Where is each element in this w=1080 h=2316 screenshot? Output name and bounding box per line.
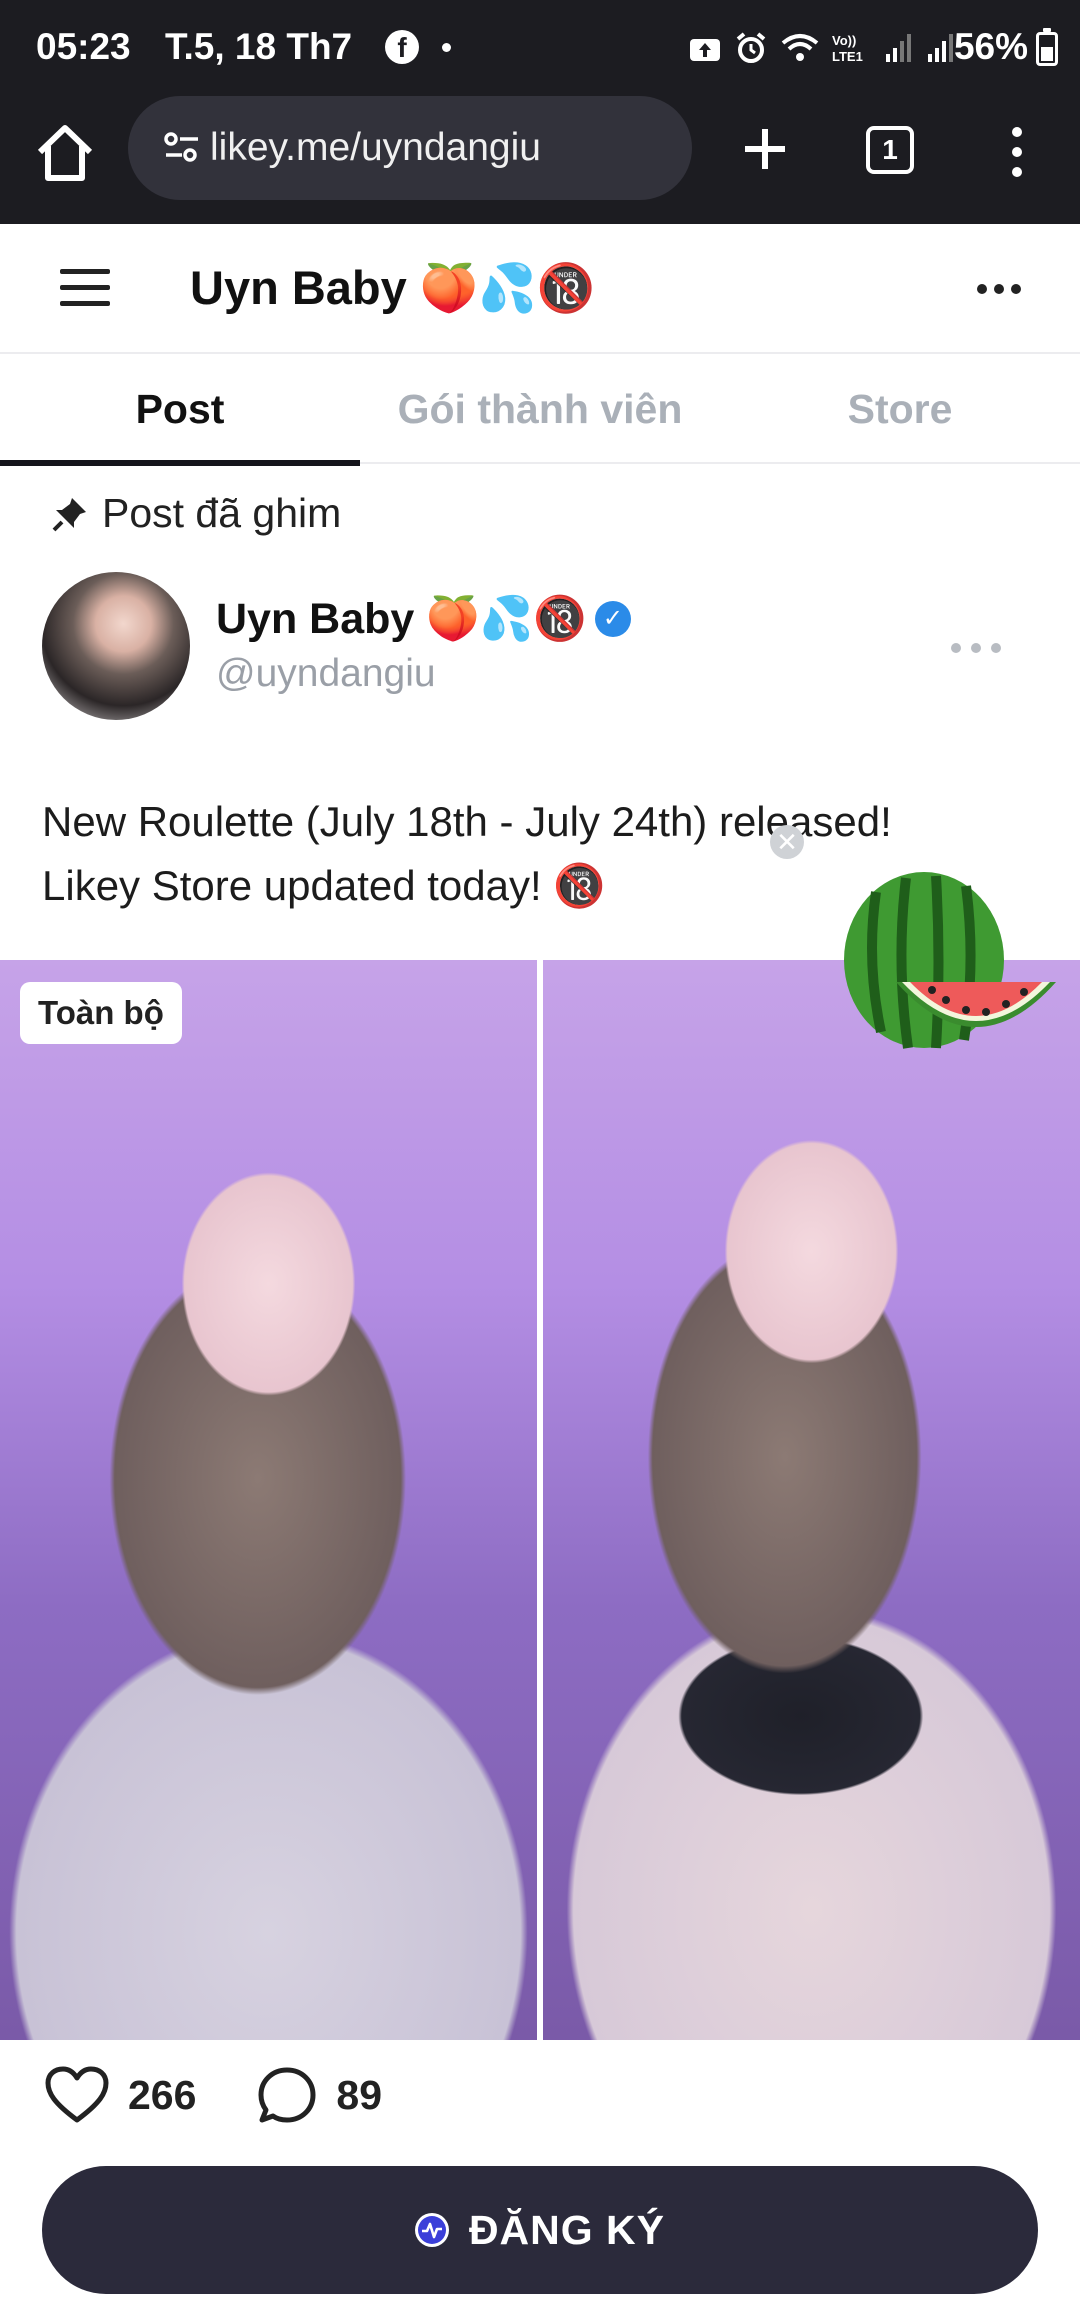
tab-post[interactable]: Post — [0, 354, 360, 466]
alarm-icon — [736, 32, 766, 63]
pinned-post-label: Post đã ghim — [50, 490, 341, 537]
hamburger-menu-icon[interactable] — [60, 269, 110, 309]
lte-icon: Vo))LTE1 — [832, 33, 863, 64]
comment-count: 89 — [336, 2071, 383, 2118]
activity-icon — [414, 2213, 449, 2247]
page-title: Uyn Baby 🍑💦🔞 — [190, 261, 596, 314]
profile-tabs: Post Gói thành viên Store — [0, 354, 1080, 466]
gallery-badge: Toàn bộ — [20, 982, 182, 1044]
like-count: 266 — [128, 2071, 197, 2118]
tab-switcher-button[interactable]: 1 — [866, 126, 914, 174]
facebook-notification-icon: f — [385, 30, 419, 64]
tab-membership[interactable]: Gói thành viên — [360, 354, 720, 464]
author-avatar[interactable] — [42, 572, 190, 720]
watermelon-sticker-icon[interactable] — [836, 872, 1060, 1072]
browser-toolbar: likey.me/uyndangiu 1 — [0, 96, 1080, 224]
battery-icon — [1036, 28, 1058, 66]
svg-text:LTE1: LTE1 — [832, 49, 863, 64]
address-bar[interactable]: likey.me/uyndangiu — [128, 96, 692, 200]
new-tab-button[interactable] — [730, 114, 800, 184]
signal-icon-2 — [928, 34, 953, 62]
subscribe-button[interactable]: ĐĂNG KÝ — [42, 2166, 1038, 2294]
author-name[interactable]: Uyn Baby 🍑💦🔞 ✓ — [216, 594, 631, 644]
browser-menu-button[interactable] — [992, 122, 1042, 182]
author-handle[interactable]: @uyndangiu — [216, 652, 436, 696]
pin-icon — [52, 497, 86, 531]
heart-icon[interactable] — [44, 2065, 110, 2125]
signal-icon-1 — [886, 34, 911, 62]
verified-badge-icon: ✓ — [594, 601, 631, 637]
subscribe-label[interactable]: ĐĂNG KÝ — [469, 2207, 665, 2254]
tab-store[interactable]: Store — [720, 354, 1080, 464]
upload-icon — [690, 39, 720, 61]
app-header: Uyn Baby 🍑💦🔞 — [0, 224, 1080, 354]
post-text-line-1: New Roulette (July 18th - July 24th) rel… — [42, 798, 892, 845]
svg-text:Vo)): Vo)) — [832, 33, 856, 48]
author-name-text[interactable]: Uyn Baby 🍑💦🔞 — [216, 594, 587, 644]
post-reactions: 266 89 — [44, 2060, 442, 2130]
system-icons: Vo)) LTE1 — [688, 28, 956, 68]
status-date: T.5, 18 Th7 — [165, 26, 353, 67]
battery-percentage: 56% — [953, 26, 1028, 67]
post-options-icon[interactable] — [948, 640, 1004, 656]
pinned-text: Post đã ghim — [102, 490, 342, 536]
status-time: 05:23 — [36, 26, 131, 67]
browser-chrome: 05:23 T.5, 18 Th7 f Vo)) LTE1 56% likey.m… — [0, 0, 1080, 224]
post-gallery[interactable]: Toàn bộ — [0, 960, 1080, 2040]
site-settings-icon[interactable] — [164, 131, 200, 163]
like-button[interactable]: 266 — [44, 2065, 196, 2125]
close-overlay-icon[interactable]: ✕ — [770, 825, 804, 859]
wifi-icon — [781, 34, 819, 61]
url-text[interactable]: likey.me/uyndangiu — [210, 126, 541, 170]
comment-icon[interactable] — [256, 2064, 318, 2126]
comment-button[interactable]: 89 — [256, 2064, 382, 2126]
status-bar: 05:23 T.5, 18 Th7 f Vo)) LTE1 56% — [0, 0, 1080, 96]
more-notifications-dot-icon — [442, 43, 451, 52]
home-button[interactable] — [30, 118, 100, 188]
post-image-2[interactable] — [543, 960, 1080, 2040]
post-image-1[interactable]: Toàn bộ — [0, 960, 537, 2040]
more-options-icon[interactable] — [974, 274, 1024, 304]
